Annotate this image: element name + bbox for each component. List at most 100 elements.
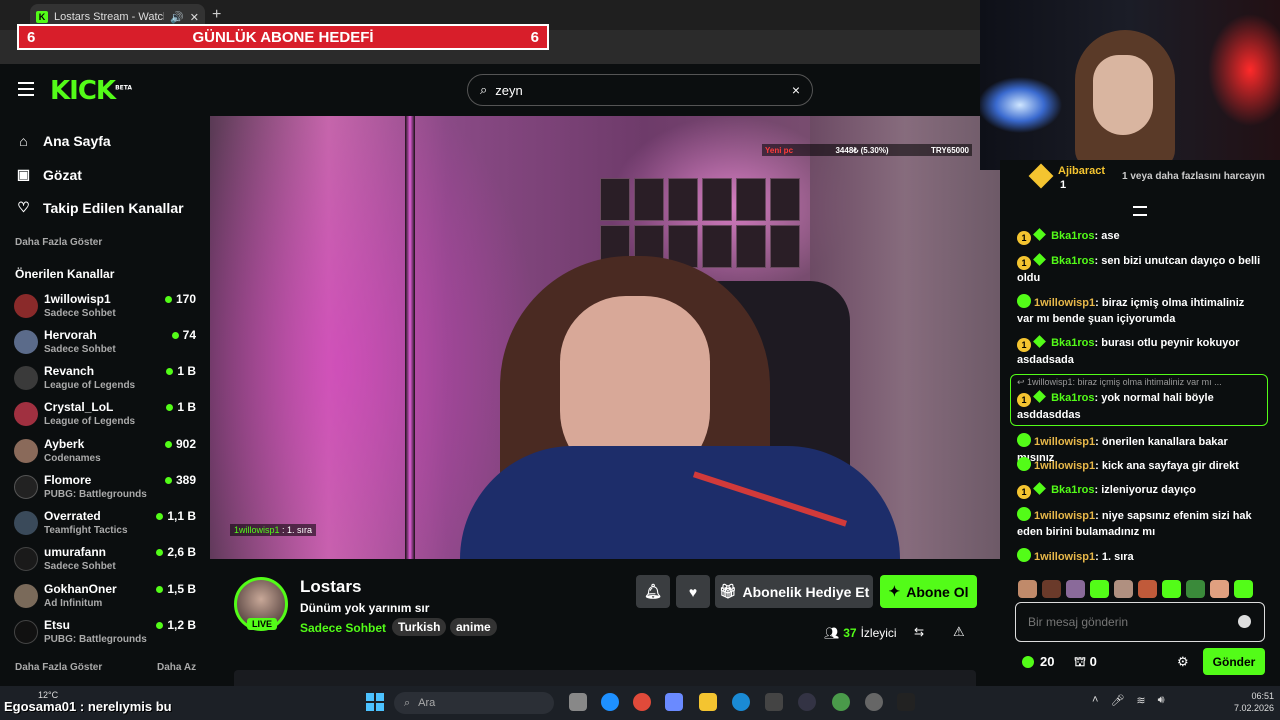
verified-badge-icon — [1033, 335, 1046, 348]
goal-target: 6 — [530, 28, 539, 46]
nav-browse-label: Gözat — [43, 166, 82, 183]
clear-search-icon[interactable]: × — [792, 82, 800, 98]
avatar — [14, 330, 38, 354]
tab-close-icon[interactable]: ✕ — [190, 11, 199, 24]
gift-subscription-button[interactable]: 🎁︎ Abonelik Hediye Et — [715, 575, 873, 608]
verified-badge-icon — [1033, 228, 1046, 241]
chat-username[interactable]: Bka1ros — [1051, 392, 1094, 404]
chat-username[interactable]: 1willowisp1 — [1034, 460, 1095, 472]
kick-logo[interactable]: KICKBETA — [50, 76, 132, 106]
live-dot-icon — [156, 585, 164, 593]
nav-home[interactable]: ⌂ Ana Sayfa — [16, 133, 110, 149]
chat-username[interactable]: 1willowisp1 — [1034, 510, 1095, 522]
emote-icon[interactable] — [1018, 580, 1037, 598]
store-button[interactable]: ⛫ 0 — [1074, 654, 1097, 672]
emote-icon[interactable] — [1138, 580, 1157, 598]
chat-username[interactable]: 1willowisp1 — [1034, 436, 1095, 448]
store-count: 0 — [1089, 654, 1097, 669]
steam-icon[interactable] — [865, 693, 883, 711]
search-bar[interactable]: ⌕ zeyn × — [467, 74, 813, 106]
chat-message-input[interactable] — [1015, 602, 1265, 642]
emote-icon[interactable] — [1186, 580, 1205, 598]
chat-username[interactable]: Bka1ros — [1051, 255, 1094, 267]
file-explorer-icon[interactable] — [699, 693, 717, 711]
emote-icon[interactable] — [1234, 580, 1253, 598]
task-view-icon[interactable] — [569, 693, 587, 711]
nav-following[interactable]: ♡ Takip Edilen Kanallar — [16, 199, 183, 216]
chat-username[interactable]: Bka1ros — [1051, 337, 1094, 349]
notification-bell-button[interactable]: 🔔︎ — [636, 575, 670, 608]
sidebar-channel-ayberk[interactable]: Ayberk Codenames 902 — [14, 437, 200, 471]
search-icon: ⌕ — [404, 696, 411, 709]
taskbar-search[interactable]: ⌕ Ara — [394, 692, 554, 714]
new-tab-button[interactable]: + — [212, 6, 221, 24]
streamer-name[interactable]: Lostars — [300, 577, 361, 597]
emote-icon[interactable] — [1090, 580, 1109, 598]
live-dot-icon — [156, 621, 164, 629]
emoji-picker-icon[interactable] — [1238, 615, 1251, 628]
emote-icon[interactable] — [1162, 580, 1181, 598]
emote-icon[interactable] — [1066, 580, 1085, 598]
system-tray[interactable]: ˄ 🎤︎ ≋ 🔊︎ — [1092, 694, 1165, 707]
live-dot-icon — [164, 295, 172, 303]
chevron-up-icon[interactable]: ˄ — [1092, 694, 1098, 707]
bell-icon: 🔔︎ — [644, 583, 662, 599]
viewer-count-value: 389 — [175, 473, 196, 487]
channel-points[interactable]: 20 — [1022, 654, 1054, 669]
copilot-icon[interactable] — [665, 693, 683, 711]
menu-icon[interactable] — [18, 82, 34, 96]
send-button[interactable]: Gönder — [1203, 648, 1265, 675]
channel-category: PUBG: Battlegrounds — [44, 634, 147, 645]
emote-icon[interactable] — [1114, 580, 1133, 598]
taskbar-clock[interactable]: 06:51 7.02.2026 — [1214, 690, 1274, 714]
sidebar-channel-1willowisp1[interactable]: 1willowisp1 Sadece Sohbet 170 — [14, 292, 200, 326]
sidebar-channel-hervorah[interactable]: Hervorah Sadece Sohbet 74 — [14, 328, 200, 362]
sidebar-channel-flomore[interactable]: Flomore PUBG: Battlegrounds 389 — [14, 473, 200, 507]
search-input[interactable]: zeyn — [495, 83, 522, 98]
share-icon[interactable]: ⇆ — [914, 625, 924, 639]
show-more-following[interactable]: Daha Fazla Göster — [15, 237, 102, 248]
sidebar-channel-crystal-lol[interactable]: Crystal_LoL League of Legends 1 B — [14, 400, 200, 434]
video-player[interactable]: Yeni pc 3448₺ (5.30%) TRY65000 1willowis… — [210, 116, 1000, 559]
obs-icon[interactable] — [897, 693, 915, 711]
stream-category[interactable]: Sadece Sohbet — [300, 621, 386, 635]
chat-username[interactable]: 1willowisp1 — [1034, 551, 1095, 563]
sidebar-channel-gokhanoner[interactable]: GokhanOner Ad Infinitum 1,5 B — [14, 582, 200, 616]
avatar — [14, 294, 38, 318]
app-icon[interactable] — [732, 693, 750, 711]
mic-icon[interactable]: 🎤︎ — [1110, 694, 1124, 707]
tab-audio-icon[interactable]: 🔊 — [170, 11, 184, 24]
gift-badge-icon — [1028, 163, 1054, 189]
show-more-recommended[interactable]: Daha Fazla Göster — [15, 662, 102, 673]
sidebar-channel-etsu[interactable]: Etsu PUBG: Battlegrounds 1,2 B — [14, 618, 200, 652]
subscribe-button[interactable]: ✦ Abone Ol — [880, 575, 977, 608]
edge-icon[interactable] — [601, 693, 619, 711]
chat-settings-icon[interactable]: ⚙ — [1177, 654, 1189, 670]
wifi-icon[interactable]: ≋ — [1136, 694, 1145, 707]
live-badge: LIVE — [247, 618, 278, 630]
pinned-collapse-icon[interactable] — [1133, 206, 1147, 216]
follow-button[interactable]: ♥ — [676, 575, 710, 608]
viewer-count: 389 — [164, 473, 196, 487]
clock-date: 7.02.2026 — [1233, 703, 1274, 713]
show-less[interactable]: Daha Az — [157, 662, 196, 673]
terminal-icon[interactable] — [765, 693, 783, 711]
sidebar-channel-overrated[interactable]: Overrated Teamfight Tactics 1,1 B — [14, 509, 200, 543]
discord-icon[interactable] — [798, 693, 816, 711]
reply-hint: ↩ 1willowisp1: biraz içmiş olma ihtimali… — [1017, 377, 1222, 387]
emote-icon[interactable] — [1042, 580, 1061, 598]
tag-turkish[interactable]: Turkish — [392, 618, 447, 636]
windows-start-icon[interactable] — [366, 693, 384, 711]
sidebar-channel-revanch[interactable]: Revanch League of Legends 1 B — [14, 364, 200, 398]
tag-anime[interactable]: anime — [450, 618, 497, 636]
chat-username[interactable]: Bka1ros — [1051, 484, 1094, 496]
nav-browse[interactable]: ▣ Gözat — [16, 166, 82, 183]
volume-icon[interactable]: 🔊︎ — [1158, 694, 1165, 707]
sidebar-channel-umurafann[interactable]: umurafann Sadece Sohbet 2,6 B — [14, 545, 200, 579]
chrome-profile-icon[interactable] — [832, 693, 850, 711]
chat-username[interactable]: 1willowisp1 — [1034, 297, 1095, 309]
chat-username[interactable]: Bka1ros — [1051, 230, 1094, 242]
report-warning-icon[interactable]: ⚠ — [953, 624, 965, 640]
emote-icon[interactable] — [1210, 580, 1229, 598]
chrome-icon[interactable] — [633, 693, 651, 711]
